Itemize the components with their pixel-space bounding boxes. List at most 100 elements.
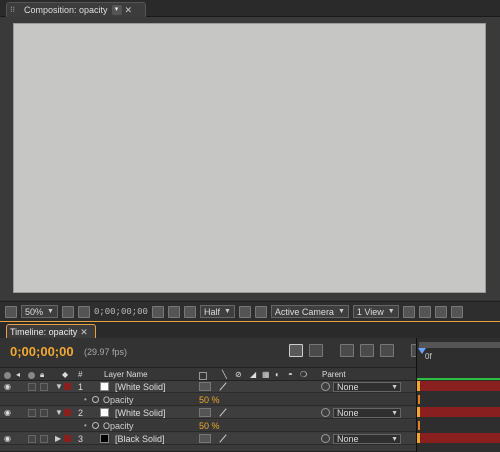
label-color-swatch[interactable] [64, 383, 71, 390]
layer-row[interactable]: ◉ ▼ 2 [White Solid] None ▼ [0, 407, 416, 419]
solo-toggle[interactable] [28, 435, 36, 443]
pick-whip-icon[interactable] [321, 434, 330, 443]
fast-previews-icon[interactable] [418, 305, 431, 318]
parent-dropdown[interactable]: None ▼ [333, 382, 401, 392]
label-color-swatch[interactable] [64, 435, 71, 442]
collapse-icon[interactable]: ╲ [222, 370, 227, 379]
shy-switch[interactable] [199, 408, 211, 417]
time-ruler[interactable]: 0f [416, 338, 500, 368]
layer-duration-bar[interactable] [419, 381, 500, 391]
shy-switch[interactable] [199, 382, 211, 391]
stopwatch-icon[interactable] [92, 396, 99, 403]
label-icon[interactable]: ◆ [62, 370, 68, 379]
layer-duration-bar[interactable] [419, 433, 500, 443]
panel-grip-icon[interactable]: ⁝⁝ [10, 5, 20, 15]
show-snapshot-icon[interactable] [167, 305, 180, 318]
snapshot-icon[interactable] [151, 305, 164, 318]
eye-icon[interactable]: ◉ [4, 434, 14, 444]
column-layer-name[interactable]: Layer Name [104, 370, 148, 379]
lock-toggle[interactable] [40, 383, 48, 391]
mask-visibility-icon[interactable] [77, 305, 90, 318]
chevron-down-icon: ▼ [223, 308, 231, 315]
solo-toggle[interactable] [28, 383, 36, 391]
property-name: Opacity [103, 395, 134, 405]
chevron-down-icon: ▼ [391, 410, 398, 417]
channel-icon[interactable] [183, 305, 196, 318]
parent-dropdown[interactable]: None ▼ [333, 408, 401, 418]
stopwatch-icon[interactable] [92, 422, 99, 429]
timeline-current-time[interactable]: 0;00;00;00 [10, 344, 74, 359]
audio-icon[interactable]: ◂ [16, 370, 20, 379]
solo-toggle[interactable] [28, 409, 36, 417]
property-track-marker [418, 421, 420, 430]
timeline-tab-title: Timeline: opacity [10, 326, 78, 337]
property-row[interactable]: • Opacity 50 % [0, 420, 416, 432]
live-update-icon[interactable] [289, 344, 303, 357]
pick-whip-icon[interactable] [321, 382, 330, 391]
adjustment-layer-icon[interactable]: ◓ [288, 370, 293, 379]
lock-toggle[interactable] [40, 409, 48, 417]
layer-in-point[interactable] [417, 381, 420, 391]
close-icon[interactable]: ✕ [80, 327, 88, 337]
toggle-pixel-aspect-icon[interactable] [402, 305, 415, 318]
property-bullet: • [84, 395, 87, 404]
twirl-down-icon[interactable]: ▼ [55, 382, 63, 392]
panel-menu-icon[interactable]: ▾ [111, 5, 122, 15]
effect-icon[interactable]: ◢ [250, 370, 256, 379]
composition-tab[interactable]: ⁝⁝ Composition: opacity ▾ ✕ [6, 2, 146, 17]
close-icon[interactable]: ✕ [125, 5, 133, 15]
layer-name[interactable]: [White Solid] [115, 382, 166, 392]
eye-icon[interactable]: ◉ [4, 408, 14, 418]
quality-switch[interactable] [216, 434, 228, 443]
quality-switch[interactable] [216, 382, 228, 391]
flowchart-icon[interactable] [450, 305, 463, 318]
frame-blend-icon[interactable]: ▦ [262, 370, 270, 379]
twirl-right-icon[interactable]: ▶ [55, 434, 61, 444]
parent-value: None [337, 434, 359, 444]
chevron-down-icon: ▼ [391, 436, 398, 443]
property-name: Opacity [103, 421, 134, 431]
transparency-grid-icon[interactable] [254, 305, 267, 318]
opacity-value[interactable]: 50 % [199, 421, 220, 431]
region-of-interest-icon[interactable] [238, 305, 251, 318]
layer-number: 1 [78, 382, 84, 392]
3d-layer-icon[interactable]: ❍ [300, 370, 307, 379]
opacity-value[interactable]: 50 % [199, 395, 220, 405]
pick-whip-icon[interactable] [321, 408, 330, 417]
layer-row[interactable]: ◉ ▶ 3 [Black Solid] None ▼ [0, 433, 416, 445]
layer-duration-bar[interactable] [419, 407, 500, 417]
lock-icon[interactable]: 🔒︎ [40, 370, 44, 380]
layer-name[interactable]: [Black Solid] [115, 434, 165, 444]
timeline-track-area[interactable] [416, 368, 500, 452]
shy-switch[interactable] [199, 434, 211, 443]
layer-name[interactable]: [White Solid] [115, 408, 166, 418]
hide-shy-layers-icon[interactable] [340, 344, 354, 357]
safe-zones-icon[interactable] [61, 305, 74, 318]
view-layout-dropdown[interactable]: 1 View ▼ [352, 305, 399, 318]
composition-canvas[interactable] [13, 23, 486, 293]
timeline-icon[interactable] [434, 305, 447, 318]
eye-icon[interactable]: ◉ [4, 382, 14, 392]
layer-row[interactable]: ◉ ▼ 1 [White Solid] None ▼ [0, 381, 416, 393]
motion-blur-icon[interactable] [380, 344, 394, 357]
parent-dropdown[interactable]: None ▼ [333, 434, 401, 444]
resolution-dropdown[interactable]: Half ▼ [199, 305, 235, 318]
layer-in-point[interactable] [417, 433, 420, 443]
quality-switch[interactable] [216, 408, 228, 417]
timeline-tab[interactable]: Timeline: opacity ✕ [6, 324, 96, 338]
twirl-down-icon[interactable]: ▼ [55, 408, 63, 418]
frame-blending-icon[interactable] [360, 344, 374, 357]
magnification-dropdown[interactable]: 50% ▼ [21, 305, 58, 318]
motion-blur-switch-icon[interactable]: ◐ [275, 370, 280, 379]
current-time-display[interactable]: 0;00;00;00 [94, 307, 148, 317]
always-preview-icon[interactable] [5, 305, 17, 318]
work-area-bar[interactable] [419, 342, 500, 348]
layer-in-point[interactable] [417, 407, 420, 417]
lock-toggle[interactable] [40, 435, 48, 443]
quality-icon[interactable]: ⊘ [235, 370, 242, 379]
column-parent[interactable]: Parent [322, 370, 346, 379]
property-row[interactable]: • Opacity 50 % [0, 394, 416, 406]
draft-3d-icon[interactable] [309, 344, 323, 357]
label-color-swatch[interactable] [64, 409, 71, 416]
camera-dropdown[interactable]: Active Camera ▼ [270, 305, 349, 318]
